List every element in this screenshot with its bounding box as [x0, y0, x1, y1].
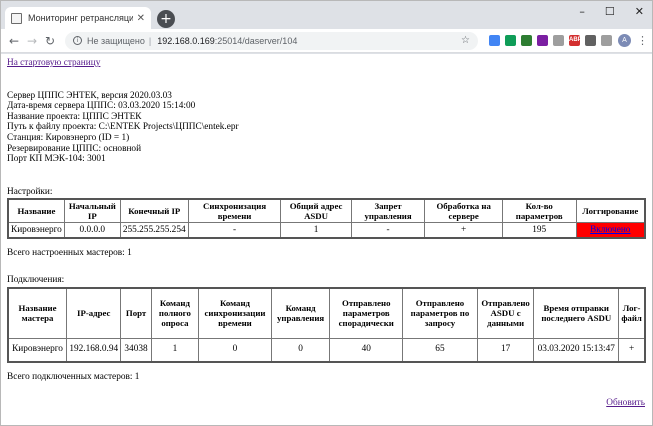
table-cell: 34038	[120, 337, 152, 363]
security-status: Не защищено	[87, 35, 145, 46]
column-header: Логгирование	[575, 198, 646, 224]
table-cell: 03.03.2020 15:13:47	[533, 337, 620, 363]
info-line: Резервирование ЦППС: основной	[7, 143, 142, 154]
table-cell: 40	[329, 337, 404, 363]
bookmark-star-icon[interactable]: ☆	[461, 35, 470, 46]
close-tab-icon[interactable]: ✕	[137, 13, 145, 24]
page-icon	[11, 12, 22, 24]
extension-icon[interactable]	[553, 35, 564, 46]
logging-toggle-link[interactable]: Включено	[590, 225, 630, 235]
server-info: Сервер ЦППС ЭНТЕК, версия 2020.03.03 Дат…	[7, 91, 646, 165]
browser-window: Мониторинг ретрансляции дан ✕ + – ☐ ✕ ← …	[0, 0, 653, 426]
column-header: Команд синхронизации времени	[198, 287, 272, 339]
extension-icon[interactable]	[601, 35, 612, 46]
table-cell: 17	[476, 337, 535, 363]
info-line: Название проекта: ЦППС ЭНТЕК	[7, 111, 142, 122]
maximize-icon[interactable]: ☐	[605, 5, 615, 18]
column-header: Название мастера	[7, 287, 68, 339]
connections-title: Подключения:	[7, 275, 65, 286]
column-header: Команд управления	[270, 287, 331, 339]
url-path: :25014/daserver/104	[214, 35, 298, 46]
table-cell: 255.255.255.254	[119, 222, 189, 239]
table-row: Кировэнерго 0.0.0.0 255.255.255.254 - 1 …	[7, 222, 646, 239]
tab-active[interactable]: Мониторинг ретрансляции дан ✕	[5, 7, 151, 29]
column-header: Команд полного опроса	[150, 287, 200, 339]
masters-configured: Всего настроенных мастеров: 1	[7, 247, 132, 258]
extension-icon[interactable]	[521, 35, 532, 46]
column-header: Отправлено параметров по запросу	[402, 287, 478, 339]
table-row: Кировэнерго 192.168.0.94 34038 1 0 0 40 …	[7, 337, 646, 363]
column-header: Отправлено ASDU с данными	[476, 287, 535, 339]
column-header: Отправлено параметров спорадически	[329, 287, 404, 339]
masters-connected: Всего подключенных мастеров: 1	[7, 372, 140, 383]
tab-strip: Мониторинг ретрансляции дан ✕ + – ☐ ✕	[1, 1, 652, 29]
table-header-row: Название мастера IP-адрес Порт Команд по…	[7, 287, 646, 339]
column-header: Синхронизация времени	[187, 198, 282, 224]
logging-cell: Включено	[575, 222, 646, 239]
column-header: Начальный IP	[63, 198, 121, 224]
log-file-cell[interactable]: +	[618, 337, 646, 363]
extension-icon[interactable]	[505, 35, 516, 46]
browser-toolbar: ← → ↻ i Не защищено | 192.168.0.169 :250…	[1, 29, 652, 53]
address-bar[interactable]: i Не защищено | 192.168.0.169 :25014/das…	[65, 31, 478, 50]
table-cell: 192.168.0.94	[66, 337, 122, 363]
url-separator: |	[148, 35, 152, 46]
table-cell: 0	[270, 337, 331, 363]
column-header: Запрет управления	[350, 198, 426, 224]
column-header: Конечный IP	[119, 198, 189, 224]
table-cell: Кировэнерго	[7, 337, 68, 363]
table-cell: 1	[280, 222, 352, 239]
table-cell: 0	[198, 337, 272, 363]
column-header: Общий адрес ASDU	[280, 198, 352, 224]
table-cell: Кировэнерго	[7, 222, 65, 239]
column-header: Время отправки последнего ASDU	[533, 287, 620, 339]
info-icon[interactable]: i	[73, 36, 82, 45]
extension-icon[interactable]	[585, 35, 596, 46]
menu-icon[interactable]: ⋮	[637, 34, 648, 47]
reload-icon[interactable]: ↻	[41, 32, 59, 50]
table-cell: 195	[501, 222, 577, 239]
table-header-row: Название Начальный IP Конечный IP Синхро…	[7, 198, 646, 224]
refresh-link[interactable]: Обновить	[606, 398, 645, 409]
extension-icon[interactable]	[489, 35, 500, 46]
back-icon[interactable]: ←	[5, 32, 23, 50]
extension-icon[interactable]	[537, 35, 548, 46]
column-header: Порт	[120, 287, 152, 339]
column-header: Обработка на сервере	[424, 198, 503, 224]
window-controls: – ☐ ✕	[579, 5, 644, 18]
home-link[interactable]: На стартовую страницу	[7, 58, 100, 68]
column-header: Название	[7, 198, 65, 224]
url-host: 192.168.0.169	[157, 35, 215, 46]
table-cell: 0.0.0.0	[63, 222, 121, 239]
column-header: Кол-во параметров	[501, 198, 577, 224]
table-cell: +	[424, 222, 503, 239]
table-cell: -	[187, 222, 282, 239]
settings-table: Название Начальный IP Конечный IP Синхро…	[7, 198, 646, 239]
profile-avatar[interactable]: A	[618, 34, 631, 47]
forward-icon[interactable]: →	[23, 32, 41, 50]
page-content: На стартовую страницу Сервер ЦППС ЭНТЕК,…	[1, 54, 652, 425]
close-window-icon[interactable]: ✕	[635, 5, 644, 18]
info-line: Дата-время сервера ЦППС: 03.03.2020 15:1…	[7, 101, 196, 112]
info-line: Сервер ЦППС ЭНТЕК, версия 2020.03.03	[7, 90, 172, 101]
info-line: Порт КП МЭК-104: 3001	[7, 154, 106, 165]
new-tab-button[interactable]: +	[157, 10, 175, 28]
column-header: IP-адрес	[66, 287, 122, 339]
table-cell: 65	[402, 337, 478, 363]
connections-table: Название мастера IP-адрес Порт Команд по…	[7, 287, 646, 364]
tab-title: Мониторинг ретрансляции дан	[28, 13, 133, 23]
table-cell: 1	[150, 337, 200, 363]
table-cell: -	[350, 222, 426, 239]
extensions-area: ABP	[484, 35, 612, 46]
settings-title: Настройки:	[7, 186, 53, 197]
minimize-icon[interactable]: –	[579, 5, 585, 18]
info-line: Станция: Кировэнерго (ID = 1)	[7, 132, 130, 143]
info-line: Путь к файлу проекта: C:\ENTEK Projects\…	[7, 122, 239, 133]
column-header: Лог-файл	[618, 287, 646, 339]
extension-icon[interactable]: ABP	[569, 35, 582, 46]
